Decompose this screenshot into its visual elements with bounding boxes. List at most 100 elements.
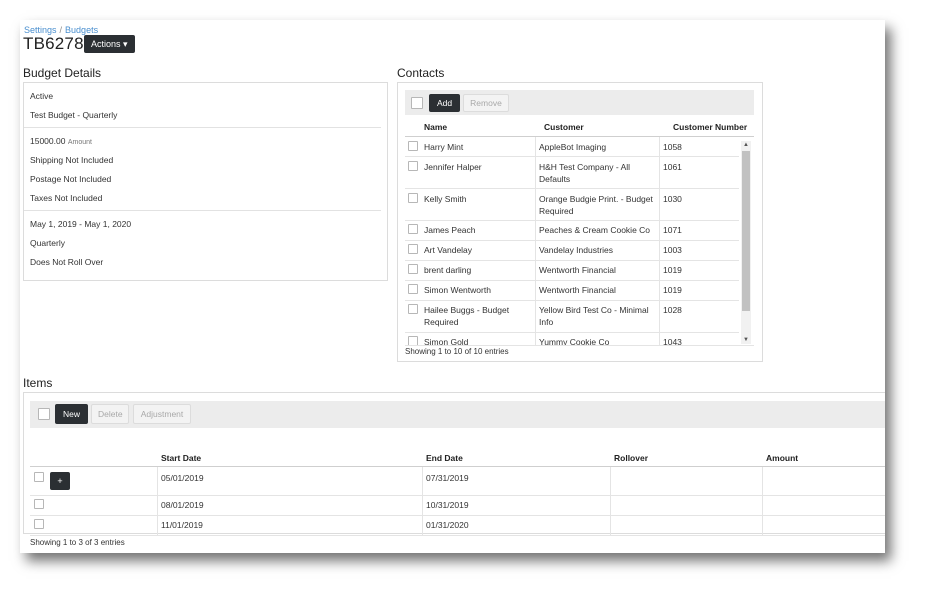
items-table-bottom-line [30, 535, 885, 536]
budget-date-range: May 1, 2019 - May 1, 2020 [30, 219, 132, 229]
actions-dropdown-button[interactable]: Actions ▾ [84, 35, 135, 53]
contact-customer-number: 1019 [663, 265, 682, 275]
contact-row-checkbox[interactable] [408, 193, 418, 203]
contacts-col-name[interactable]: Name [424, 122, 447, 132]
contact-customer-number: 1061 [663, 162, 682, 172]
item-end-date: 07/31/2019 [426, 473, 469, 483]
items-header-line [30, 466, 885, 467]
contact-row-checkbox[interactable] [408, 284, 418, 294]
scrollbar-thumb[interactable] [742, 151, 750, 311]
contact-row-checkbox[interactable] [408, 161, 418, 171]
contacts-header-line [405, 136, 754, 137]
items-col-amount[interactable]: Amount [766, 453, 798, 463]
contact-name: Hailee Buggs - Budget Required [424, 305, 510, 327]
item-row-checkbox[interactable] [34, 472, 44, 482]
contacts-col-customer-number[interactable]: Customer Number [673, 122, 747, 132]
contacts-col-divider [535, 137, 536, 345]
budget-period: Quarterly [30, 238, 65, 248]
contact-customer: Yummy Cookie Co [539, 337, 610, 345]
contact-name: Art Vandelay [424, 245, 473, 255]
contact-customer-number: 1030 [663, 194, 682, 204]
contact-customer: H&H Test Company - All Defaults [539, 162, 631, 184]
items-col-divider [157, 467, 158, 535]
scroll-down-icon[interactable]: ▼ [741, 336, 751, 344]
scroll-up-icon[interactable]: ▲ [741, 141, 751, 149]
contacts-toolbar: Add Remove [405, 90, 754, 115]
contact-customer: Wentworth Financial [539, 265, 616, 275]
contacts-heading: Contacts [397, 66, 445, 80]
contact-customer: Orange Budgie Print. - Budget Required [539, 194, 653, 216]
contacts-table-bottom-line [405, 345, 754, 346]
budget-page-window: Settings / Budgets TB6278 Actions ▾ Budget… [20, 20, 885, 553]
taxes-setting: Taxes Not Included [30, 193, 103, 203]
contacts-select-all-checkbox[interactable] [411, 97, 423, 109]
items-entries-info: Showing 1 to 3 of 3 entries [30, 538, 125, 547]
items-col-divider [422, 467, 423, 535]
contact-row-checkbox[interactable] [408, 304, 418, 314]
contact-customer-number: 1028 [663, 305, 682, 315]
budget-name: Test Budget - Quarterly [30, 110, 118, 120]
contact-customer: Yellow Bird Test Co - Minimal Info [539, 305, 649, 327]
remove-contact-button[interactable]: Remove [463, 94, 509, 112]
adjustment-button[interactable]: Adjustment [133, 404, 191, 424]
contact-customer-number: 1071 [663, 225, 682, 235]
contact-row-checkbox[interactable] [408, 264, 418, 274]
contact-name: Simon Wentworth [424, 285, 491, 295]
items-toolbar: New Delete Adjustment [30, 401, 885, 428]
row-divider [405, 260, 739, 261]
contacts-panel: Add Remove Name Customer Customer Number… [397, 82, 763, 362]
row-divider [405, 280, 739, 281]
contacts-entries-info: Showing 1 to 10 of 10 entries [405, 347, 509, 356]
contact-row-checkbox[interactable] [408, 336, 418, 345]
items-col-rollover[interactable]: Rollover [614, 453, 648, 463]
item-end-date: 01/31/2020 [426, 520, 469, 530]
item-row-checkbox[interactable] [34, 499, 44, 509]
row-divider [405, 240, 739, 241]
contact-name: Jennifer Halper [424, 162, 482, 172]
details-divider [24, 127, 381, 128]
items-col-end-date[interactable]: End Date [426, 453, 463, 463]
contact-customer-number: 1003 [663, 245, 682, 255]
delete-item-button[interactable]: Delete [91, 404, 129, 424]
items-col-divider [610, 467, 611, 535]
contact-name: brent darling [424, 265, 472, 275]
contact-customer-number: 1043 [663, 337, 682, 345]
budget-rollover: Does Not Roll Over [30, 257, 104, 267]
row-divider [405, 156, 739, 157]
new-item-button[interactable]: New [55, 404, 88, 424]
details-divider [24, 210, 381, 211]
items-select-all-checkbox[interactable] [38, 408, 50, 420]
row-divider [30, 515, 885, 516]
contacts-scrollbar[interactable]: ▲ ▼ [741, 141, 751, 344]
contact-row-checkbox[interactable] [408, 141, 418, 151]
contact-customer-number: 1058 [663, 142, 682, 152]
contacts-col-customer[interactable]: Customer [544, 122, 584, 132]
contact-name: Simon Gold [424, 337, 469, 345]
items-panel: New Delete Adjustment Start Date End Dat… [23, 392, 885, 547]
contact-customer: Wentworth Financial [539, 285, 616, 295]
shipping-setting: Shipping Not Included [30, 155, 114, 165]
budget-amount: 15000.00 Amount [30, 136, 92, 146]
items-col-start-date[interactable]: Start Date [161, 453, 201, 463]
contact-name: James Peach [424, 225, 476, 235]
contact-row-checkbox[interactable] [408, 244, 418, 254]
contact-customer: Vandelay Industries [539, 245, 614, 255]
expand-row-button[interactable]: + [50, 472, 70, 490]
contact-row-checkbox[interactable] [408, 224, 418, 234]
item-start-date: 05/01/2019 [161, 473, 204, 483]
item-end-date: 10/31/2019 [426, 500, 469, 510]
items-col-divider [762, 467, 763, 535]
row-divider [30, 495, 885, 496]
contact-name: Kelly Smith [424, 194, 467, 204]
contact-name: Harry Mint [424, 142, 464, 152]
item-start-date: 08/01/2019 [161, 500, 204, 510]
contacts-partial-row: Simon Gold Yummy Cookie Co 1043 [405, 333, 741, 345]
item-start-date: 11/01/2019 [161, 520, 203, 530]
add-contact-button[interactable]: Add [429, 94, 460, 112]
budget-details-panel: Active Test Budget - Quarterly 15000.00 … [23, 82, 388, 281]
contact-customer-number: 1019 [663, 285, 682, 295]
page-title: TB6278 [23, 34, 84, 53]
budget-amount-value: 15000.00 [30, 136, 66, 146]
item-row-checkbox[interactable] [34, 519, 44, 529]
row-divider [405, 188, 739, 189]
